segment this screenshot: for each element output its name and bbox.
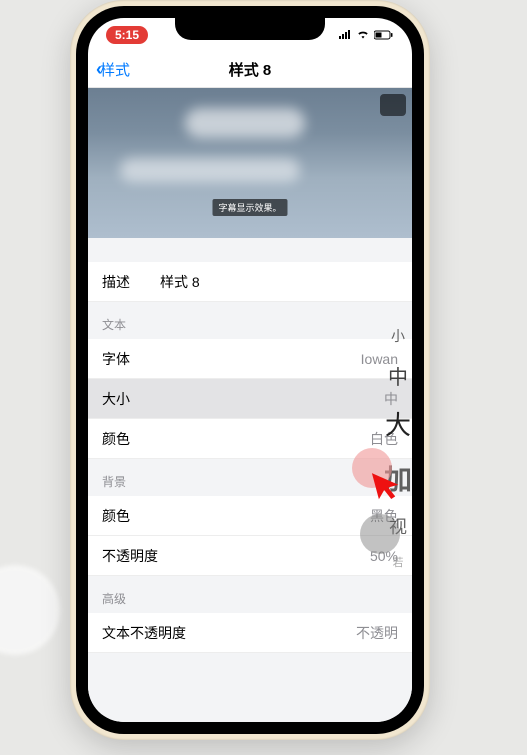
description-value: 样式 8 bbox=[160, 272, 200, 292]
picker-option[interactable]: 大 bbox=[385, 405, 411, 442]
row-font[interactable]: 字体 Iowan bbox=[88, 339, 412, 379]
row-text-opacity[interactable]: 文本不透明度 不透明 bbox=[88, 613, 412, 653]
bg-opacity-label: 不透明度 bbox=[102, 546, 158, 566]
picker-option[interactable]: 若 bbox=[393, 554, 404, 570]
picker-option[interactable]: 中 bbox=[388, 361, 408, 390]
status-icons bbox=[338, 30, 394, 40]
text-opacity-label: 文本不透明度 bbox=[102, 623, 186, 643]
preview-expand-icon[interactable] bbox=[380, 94, 406, 116]
subtitle-preview: 字幕显示效果。 bbox=[88, 88, 412, 238]
page-title: 样式 8 bbox=[88, 59, 412, 80]
subtitle-sample-text: 字幕显示效果。 bbox=[212, 199, 287, 216]
touch-indicator-gray bbox=[360, 514, 400, 554]
text-opacity-value: 不透明 bbox=[356, 623, 398, 643]
section-header-advanced: 高级 bbox=[88, 576, 412, 613]
row-size[interactable]: 大小 中 bbox=[88, 379, 412, 419]
font-label: 字体 bbox=[102, 349, 130, 369]
recording-time-pill[interactable]: 5:15 bbox=[106, 26, 148, 44]
row-description[interactable]: 描述 样式 8 bbox=[88, 262, 412, 302]
description-label: 描述 bbox=[102, 272, 130, 292]
back-label: 样式 bbox=[100, 59, 130, 80]
phone-frame: 5:15 ‹ 样式 样式 8 字幕显示效果。 bbox=[70, 0, 430, 740]
picker-option[interactable]: 小 bbox=[391, 326, 405, 346]
screen: 5:15 ‹ 样式 样式 8 字幕显示效果。 bbox=[88, 18, 412, 722]
text-color-label: 颜色 bbox=[102, 429, 130, 449]
size-label: 大小 bbox=[102, 389, 130, 409]
section-header-text: 文本 bbox=[88, 302, 412, 339]
nav-bar: ‹ 样式 样式 8 bbox=[88, 52, 412, 88]
back-button[interactable]: ‹ 样式 bbox=[96, 59, 130, 80]
bg-color-label: 颜色 bbox=[102, 506, 130, 526]
